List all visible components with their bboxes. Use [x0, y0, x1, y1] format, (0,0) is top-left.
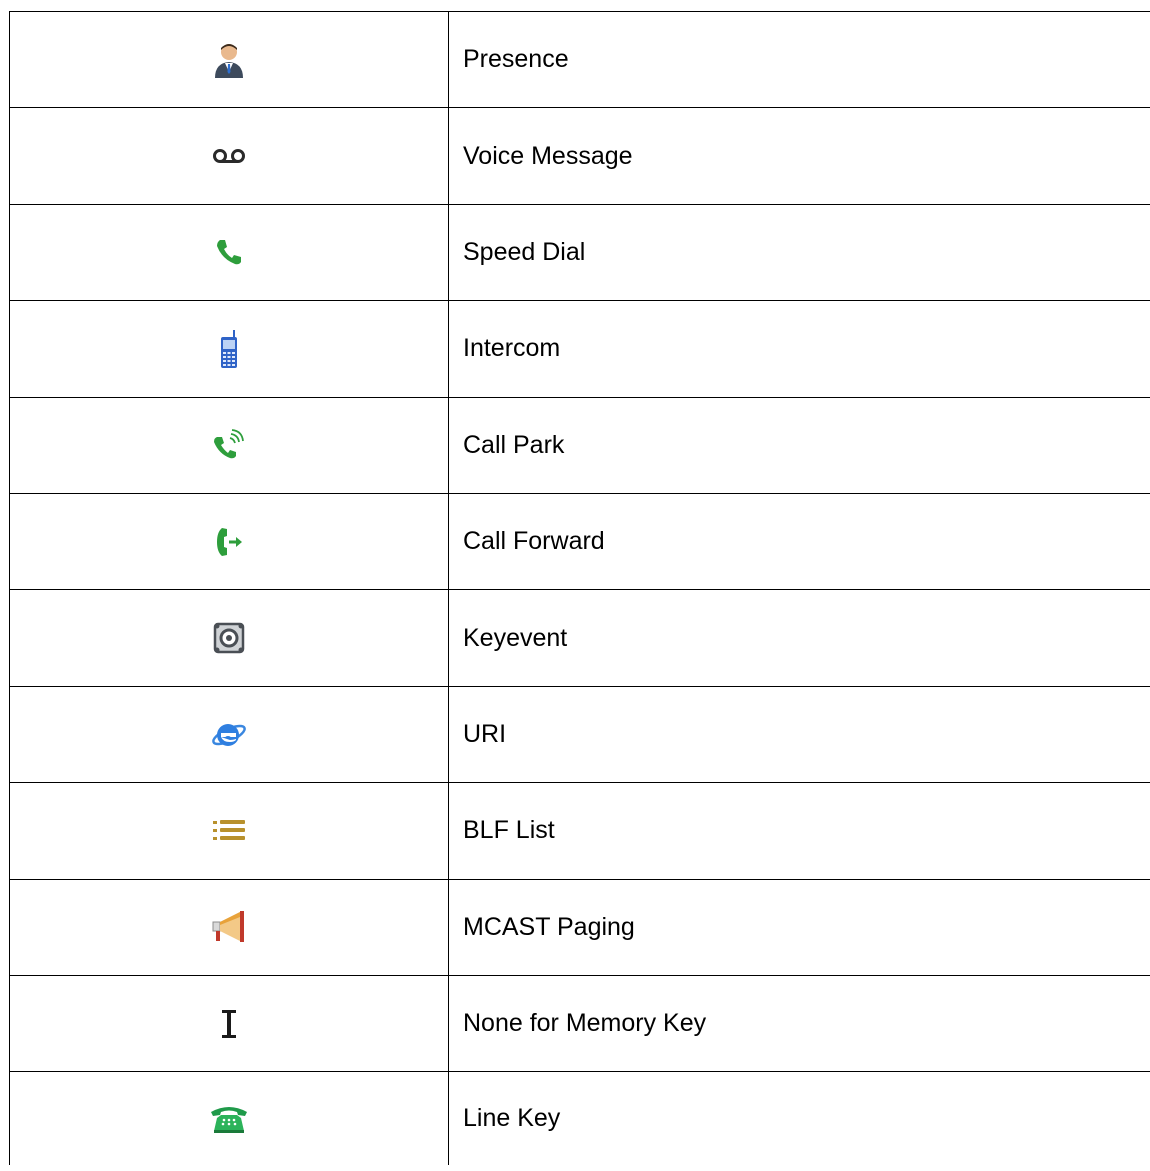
table-row: URI — [10, 686, 1150, 784]
presence-icon — [209, 40, 249, 80]
icon-cell — [10, 397, 449, 493]
icon-cell — [10, 493, 449, 590]
icon-cell — [10, 590, 449, 686]
table-row: Keyevent — [10, 590, 1150, 687]
row-label: MCAST Paging — [463, 912, 635, 941]
table-row: Intercom — [10, 301, 1150, 398]
icon-cell — [10, 108, 449, 204]
table-row: Call Park — [10, 397, 1150, 494]
table-row: Voice Message — [10, 108, 1150, 205]
row-label: Call Forward — [463, 527, 605, 556]
feature-icon-table: Presence Voice Message Speed Dial Interc… — [9, 11, 1150, 1166]
row-label: Presence — [463, 45, 569, 74]
list-icon — [209, 811, 249, 851]
icon-cell — [10, 879, 449, 975]
row-label: BLF List — [463, 816, 555, 845]
table-row: None for Memory Key — [10, 975, 1150, 1073]
row-label: URI — [463, 719, 507, 748]
icon-cell — [10, 301, 449, 397]
table-row: Presence — [10, 12, 1150, 109]
table-row: Call Forward — [10, 493, 1150, 591]
browser-e-icon — [209, 714, 249, 754]
row-label: Voice Message — [463, 141, 633, 170]
table-row: Speed Dial — [10, 204, 1150, 302]
row-label: Line Key — [463, 1104, 561, 1133]
table-row: Line Key — [10, 1072, 1150, 1166]
voicemail-icon — [209, 136, 249, 176]
row-label: Speed Dial — [463, 237, 586, 266]
mobile-phone-icon — [209, 329, 249, 369]
row-label: None for Memory Key — [463, 1009, 707, 1038]
icon-cell — [10, 12, 449, 108]
table-row: BLF List — [10, 783, 1150, 880]
row-label: Intercom — [463, 334, 561, 363]
text-cursor-icon — [209, 1004, 249, 1044]
desk-phone-icon — [209, 1099, 249, 1139]
icon-cell — [10, 686, 449, 783]
ringing-phone-icon — [209, 425, 249, 465]
megaphone-icon — [209, 907, 249, 947]
row-label: Keyevent — [463, 623, 568, 652]
icon-cell — [10, 204, 449, 301]
icon-cell — [10, 1072, 449, 1166]
icon-cell — [10, 783, 449, 879]
row-label: Call Park — [463, 430, 565, 459]
table-row: MCAST Paging — [10, 879, 1150, 976]
call-forward-icon — [209, 522, 249, 562]
keyevent-icon — [209, 618, 249, 658]
icon-cell — [10, 975, 449, 1072]
phone-icon — [209, 232, 249, 272]
